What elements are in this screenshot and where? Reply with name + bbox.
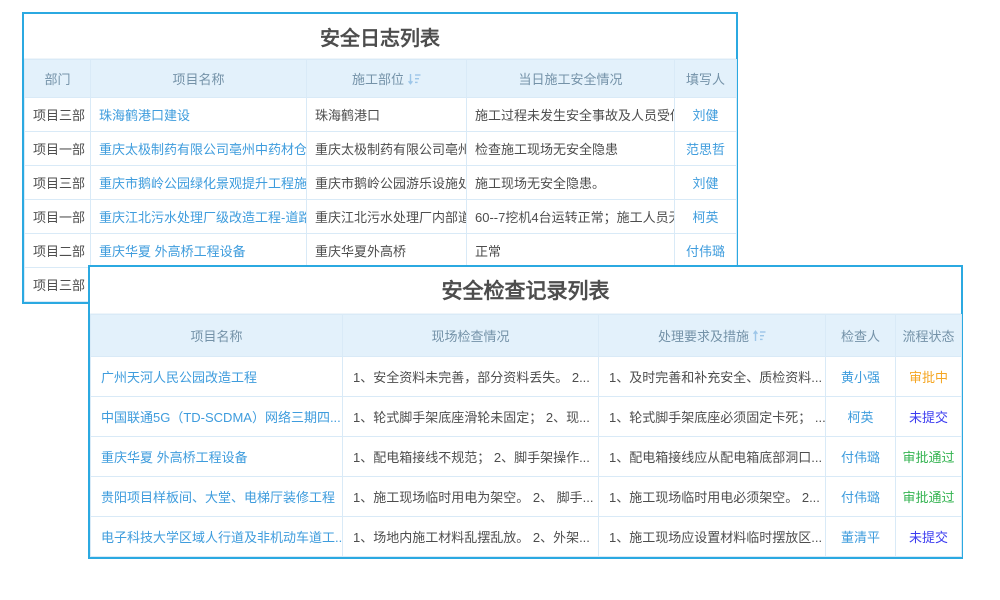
table-row: 项目二部 重庆华夏 外高桥工程设备 重庆华夏外高桥 正常 付伟璐 [25,234,737,268]
location-cell: 珠海鹤港口 [307,98,467,132]
insp-col-measures[interactable]: 处理要求及措施 [599,315,826,357]
table-row: 项目一部 重庆江北污水处理厂级改造工程-道路... 重庆江北污水处理厂内部道路 … [25,200,737,234]
status-badge[interactable]: 审批通过 [896,477,962,517]
log-col-situation: 当日施工安全情况 [467,60,675,98]
project-link[interactable]: 重庆江北污水处理厂级改造工程-道路... [91,200,307,234]
situation-cell: 施工过程未发生安全事故及人员受伤情况 [467,98,675,132]
log-col-author: 填写人 [675,60,737,98]
table-row: 项目一部 重庆太极制药有限公司亳州中药材仓... 重庆太极制药有限公司亳州...… [25,132,737,166]
inspector-link[interactable]: 柯英 [826,397,896,437]
inspection-cell: 1、轮式脚手架底座滑轮未固定； 2、现... [343,397,599,437]
table-row: 项目三部 重庆市鹅岭公园绿化景观提升工程施工 重庆市鹅岭公园游乐设施处 施工现场… [25,166,737,200]
project-link[interactable]: 重庆太极制药有限公司亳州中药材仓... [91,132,307,166]
insp-col-project: 项目名称 [91,315,343,357]
dept-cell: 项目一部 [25,200,91,234]
author-link[interactable]: 刘健 [675,166,737,200]
sort-icon[interactable] [408,73,421,85]
inspection-record-title: 安全检查记录列表 [90,267,961,314]
situation-cell: 60--7挖机4台运转正常；施工人员无违... [467,200,675,234]
table-row: 贵阳项目样板间、大堂、电梯厅装修工程 1、施工现场临时用电为架空。 2、 脚手.… [91,477,962,517]
project-link[interactable]: 珠海鹤港口建设 [91,98,307,132]
location-cell: 重庆太极制药有限公司亳州... [307,132,467,166]
status-badge[interactable]: 审批中 [896,357,962,397]
log-col-location[interactable]: 施工部位 [307,60,467,98]
project-link[interactable]: 电子科技大学区域人行道及非机动车道工... [91,517,343,557]
safety-log-panel: 安全日志列表 部门 项目名称 施工部位 当日施工安全情况 填写人 项目三部 珠海… [22,12,738,304]
inspection-record-table: 项目名称 现场检查情况 处理要求及措施 检查人 流程状态 广州天河人民公园改造工… [90,314,962,557]
safety-log-title: 安全日志列表 [24,14,736,59]
inspection-record-panel: 安全检查记录列表 项目名称 现场检查情况 处理要求及措施 检查人 流程状态 广州… [88,265,963,559]
insp-col-inspection: 现场检查情况 [343,315,599,357]
inspector-link[interactable]: 付伟璐 [826,437,896,477]
status-badge[interactable]: 未提交 [896,517,962,557]
author-link[interactable]: 柯英 [675,200,737,234]
inspection-cell: 1、配电箱接线不规范； 2、脚手架操作... [343,437,599,477]
inspector-link[interactable]: 付伟璐 [826,477,896,517]
table-row: 项目三部 珠海鹤港口建设 珠海鹤港口 施工过程未发生安全事故及人员受伤情况 刘健 [25,98,737,132]
measures-cell: 1、配电箱接线应从配电箱底部洞口... [599,437,826,477]
project-link[interactable]: 重庆市鹅岭公园绿化景观提升工程施工 [91,166,307,200]
log-col-location-label: 施工部位 [352,72,404,87]
location-cell: 重庆华夏外高桥 [307,234,467,268]
log-col-dept: 部门 [25,60,91,98]
project-link[interactable]: 贵阳项目样板间、大堂、电梯厅装修工程 [91,477,343,517]
situation-cell: 正常 [467,234,675,268]
status-badge[interactable]: 审批通过 [896,437,962,477]
inspector-link[interactable]: 黄小强 [826,357,896,397]
table-row: 广州天河人民公园改造工程 1、安全资料未完善，部分资料丢失。 2... 1、及时… [91,357,962,397]
log-col-project: 项目名称 [91,60,307,98]
status-badge[interactable]: 未提交 [896,397,962,437]
insp-col-inspector: 检查人 [826,315,896,357]
measures-cell: 1、轮式脚手架底座必须固定卡死； ... [599,397,826,437]
inspection-cell: 1、施工现场临时用电为架空。 2、 脚手... [343,477,599,517]
project-link[interactable]: 广州天河人民公园改造工程 [91,357,343,397]
dept-cell: 项目一部 [25,132,91,166]
inspection-cell: 1、场地内施工材料乱摆乱放。 2、外架... [343,517,599,557]
table-row: 电子科技大学区域人行道及非机动车道工... 1、场地内施工材料乱摆乱放。 2、外… [91,517,962,557]
situation-cell: 检查施工现场无安全隐患 [467,132,675,166]
table-row: 重庆华夏 外高桥工程设备 1、配电箱接线不规范； 2、脚手架操作... 1、配电… [91,437,962,477]
project-link[interactable]: 重庆华夏 外高桥工程设备 [91,437,343,477]
author-link[interactable]: 刘健 [675,98,737,132]
inspection-cell: 1、安全资料未完善，部分资料丢失。 2... [343,357,599,397]
safety-log-header-row: 部门 项目名称 施工部位 当日施工安全情况 填写人 [25,60,737,98]
measures-cell: 1、施工现场应设置材料临时摆放区... [599,517,826,557]
project-link[interactable]: 中国联通5G（TD-SCDMA）网络三期四... [91,397,343,437]
inspection-header-row: 项目名称 现场检查情况 处理要求及措施 检查人 流程状态 [91,315,962,357]
location-cell: 重庆江北污水处理厂内部道路 [307,200,467,234]
dept-cell: 项目二部 [25,234,91,268]
dept-cell: 项目三部 [25,98,91,132]
dept-cell: 项目三部 [25,166,91,200]
author-link[interactable]: 付伟璐 [675,234,737,268]
sort-icon[interactable] [753,330,766,342]
situation-cell: 施工现场无安全隐患。 [467,166,675,200]
measures-cell: 1、施工现场临时用电必须架空。 2... [599,477,826,517]
dept-cell: 项目三部 [25,268,91,302]
inspector-link[interactable]: 董清平 [826,517,896,557]
table-row: 中国联通5G（TD-SCDMA）网络三期四... 1、轮式脚手架底座滑轮未固定；… [91,397,962,437]
author-link[interactable]: 范思哲 [675,132,737,166]
project-link[interactable]: 重庆华夏 外高桥工程设备 [91,234,307,268]
location-cell: 重庆市鹅岭公园游乐设施处 [307,166,467,200]
insp-col-measures-label: 处理要求及措施 [658,329,749,344]
insp-col-status: 流程状态 [896,315,962,357]
measures-cell: 1、及时完善和补充安全、质检资料... [599,357,826,397]
